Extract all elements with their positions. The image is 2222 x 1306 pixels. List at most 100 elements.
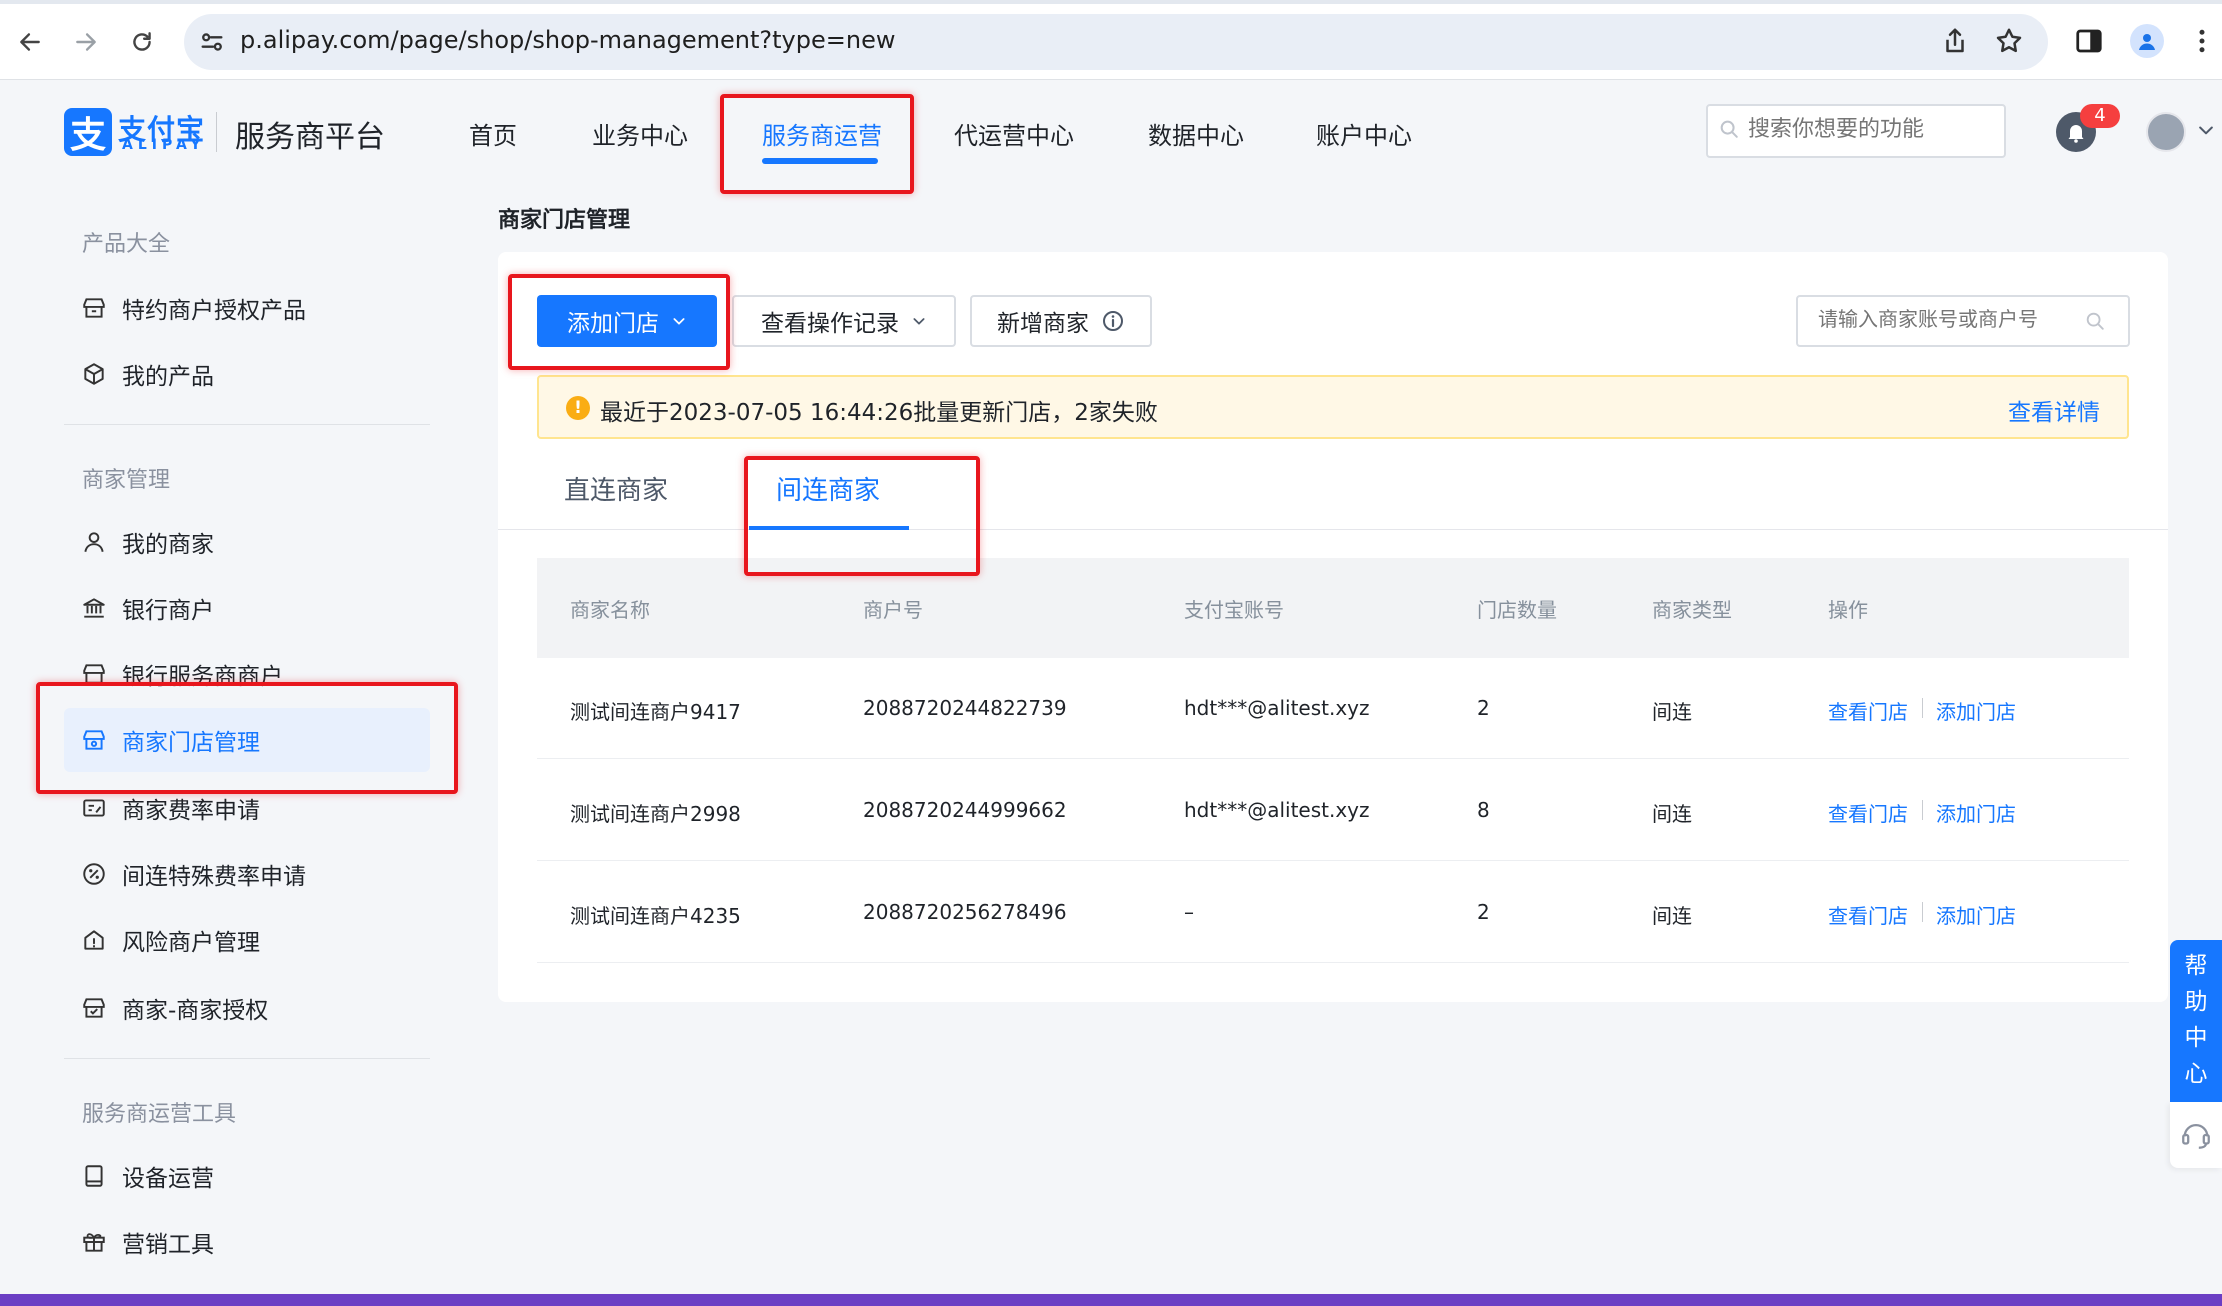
sidebar-section-products: 产品大全 (82, 232, 171, 257)
search-icon (1718, 118, 1740, 144)
sidebar-section-merchants: 商家管理 (82, 468, 171, 493)
notification-badge: 4 (2080, 104, 2120, 128)
chevron-down-icon[interactable] (2196, 120, 2216, 144)
bank-icon (80, 594, 108, 622)
sidebar-item-store-management[interactable]: 商家门店管理 (64, 708, 430, 772)
merchant-name-cell: 测试间连商户4235 (570, 904, 741, 928)
page-title: 商家门店管理 (498, 208, 631, 233)
sidebar-item-bank-merchants[interactable]: 银行商户 (64, 576, 430, 640)
sidebar-item-special-fee-rate[interactable]: 间连特殊费率申请 (64, 842, 430, 906)
view-stores-link[interactable]: 查看门店 (1828, 900, 1908, 929)
sidebar-item-my-merchants[interactable]: 我的商家 (64, 510, 430, 574)
url-text[interactable]: p.alipay.com/page/shop/shop-management?t… (240, 26, 895, 54)
sidebar-item-label: 间连特殊费率申请 (122, 864, 306, 890)
nav-data-center[interactable]: 数据中心 (1148, 116, 1244, 151)
sidebar-item-marketing-tools[interactable]: 营销工具 (64, 1210, 430, 1274)
column-header-merchant-type: 商家类型 (1652, 598, 1732, 622)
alipay-logo-icon[interactable]: 支 (64, 108, 112, 156)
alipay-account-cell: hdt***@alitest.xyz (1184, 798, 1370, 822)
add-store-link[interactable]: 添加门店 (1936, 696, 2016, 725)
view-stores-link[interactable]: 查看门店 (1828, 696, 1908, 725)
sidebar-item-label: 商家门店管理 (122, 730, 260, 756)
merchant-no-cell: 2088720244822739 (863, 696, 1067, 720)
view-logs-button[interactable]: 查看操作记录 (732, 295, 956, 347)
sidebar-item-label: 商家-商家授权 (122, 998, 269, 1024)
alipay-account-cell: – (1184, 900, 1194, 924)
arrow-left-icon (20, 33, 40, 51)
platform-name: 服务商平台 (235, 120, 385, 155)
row-divider (537, 758, 2129, 759)
column-header-alipay-account: 支付宝账号 (1184, 598, 1284, 622)
logo-divider (216, 112, 217, 152)
view-stores-link[interactable]: 查看门店 (1828, 798, 1908, 827)
view-logs-label: 查看操作记录 (761, 311, 899, 337)
bookmark-star-icon[interactable] (1994, 26, 2024, 60)
nav-business-center[interactable]: 业务中心 (592, 116, 688, 151)
table-header (537, 558, 2129, 658)
merchant-type-cell: 间连 (1652, 904, 1692, 928)
merchant-name-cell: 测试间连商户2998 (570, 802, 741, 826)
action-separator (1922, 698, 1923, 718)
store-icon (80, 726, 108, 754)
percent-icon (80, 860, 108, 888)
sidebar-item-label: 营销工具 (122, 1232, 214, 1258)
add-store-link[interactable]: 添加门店 (1936, 798, 2016, 827)
sidebar-item-device-operations[interactable]: 设备运营 (64, 1144, 430, 1208)
sidebar-divider (64, 424, 430, 425)
sidebar-item-risk-merchants[interactable]: 风险商户管理 (64, 908, 430, 972)
tab-indirect-merchants[interactable]: 间连商家 (776, 470, 880, 507)
logo-subtext: ALIPAY (122, 137, 206, 153)
add-store-link[interactable]: 添加门店 (1936, 900, 2016, 929)
reload-icon (133, 32, 151, 51)
shield-home-icon (80, 926, 108, 954)
sidebar-item-merchant-authorization[interactable]: 商家-商家授权 (64, 976, 430, 1040)
add-merchant-button[interactable]: 新增商家 (970, 295, 1152, 347)
device-icon (80, 1162, 108, 1190)
tab-direct-merchants[interactable]: 直连商家 (564, 470, 668, 507)
share-icon[interactable] (1940, 26, 1970, 60)
nav-provider-operations[interactable]: 服务商运营 (762, 116, 882, 151)
desktop-edge (0, 1294, 2222, 1306)
browser-menu-icon[interactable] (2196, 26, 2208, 60)
reload-button[interactable] (122, 22, 162, 62)
store-icon (80, 294, 108, 322)
sidebar-item-fee-rate-application[interactable]: 商家费率申请 (64, 776, 430, 840)
back-button[interactable] (10, 22, 50, 62)
help-char: 助 (2184, 989, 2208, 1015)
add-store-button[interactable]: 添加门店 (537, 295, 717, 347)
merchant-search-input[interactable] (1818, 307, 2078, 331)
customer-service-button[interactable] (2170, 1102, 2222, 1168)
sidebar-item-authorized-products[interactable]: 特约商户授权产品 (64, 276, 430, 340)
search-icon[interactable] (2084, 310, 2106, 336)
action-separator (1922, 800, 1923, 820)
sidebar-item-label: 设备运营 (122, 1166, 214, 1192)
merchant-type-cell: 间连 (1652, 700, 1692, 724)
feature-search-input[interactable] (1748, 117, 1998, 142)
alert-details-link[interactable]: 查看详情 (2008, 393, 2100, 427)
forward-button[interactable] (66, 22, 106, 62)
cube-icon (80, 360, 108, 388)
site-info-icon[interactable] (198, 28, 226, 60)
sidebar-item-bank-provider-merchants[interactable]: 银行服务商商户 (64, 642, 430, 706)
sidebar-item-label: 我的商家 (122, 532, 214, 558)
rate-icon (80, 794, 108, 822)
sidebar-item-label: 银行服务商商户 (122, 664, 283, 690)
user-icon (80, 528, 108, 556)
help-center-button[interactable]: 帮 助 中 心 (2170, 940, 2222, 1102)
nav-account-center[interactable]: 账户中心 (1316, 116, 1412, 151)
nav-agency-operations[interactable]: 代运营中心 (954, 116, 1074, 151)
add-store-label: 添加门店 (567, 311, 659, 337)
avatar[interactable] (2146, 112, 2186, 152)
row-divider (537, 860, 2129, 861)
nav-home[interactable]: 首页 (469, 116, 517, 151)
column-header-merchant-name: 商家名称 (570, 598, 650, 622)
profile-icon[interactable] (2130, 24, 2164, 58)
sidebar-item-my-products[interactable]: 我的产品 (64, 342, 430, 406)
side-panel-icon[interactable] (2074, 26, 2104, 60)
row-divider (537, 962, 2129, 963)
alert-message: 最近于2023-07-05 16:44:26批量更新门店，2家失败 (600, 400, 1158, 426)
merchant-no-cell: 2088720244999662 (863, 798, 1067, 822)
store-count-cell: 8 (1477, 798, 1490, 822)
browser-top-accent (0, 0, 2222, 4)
sidebar-item-label: 特约商户授权产品 (122, 298, 306, 324)
